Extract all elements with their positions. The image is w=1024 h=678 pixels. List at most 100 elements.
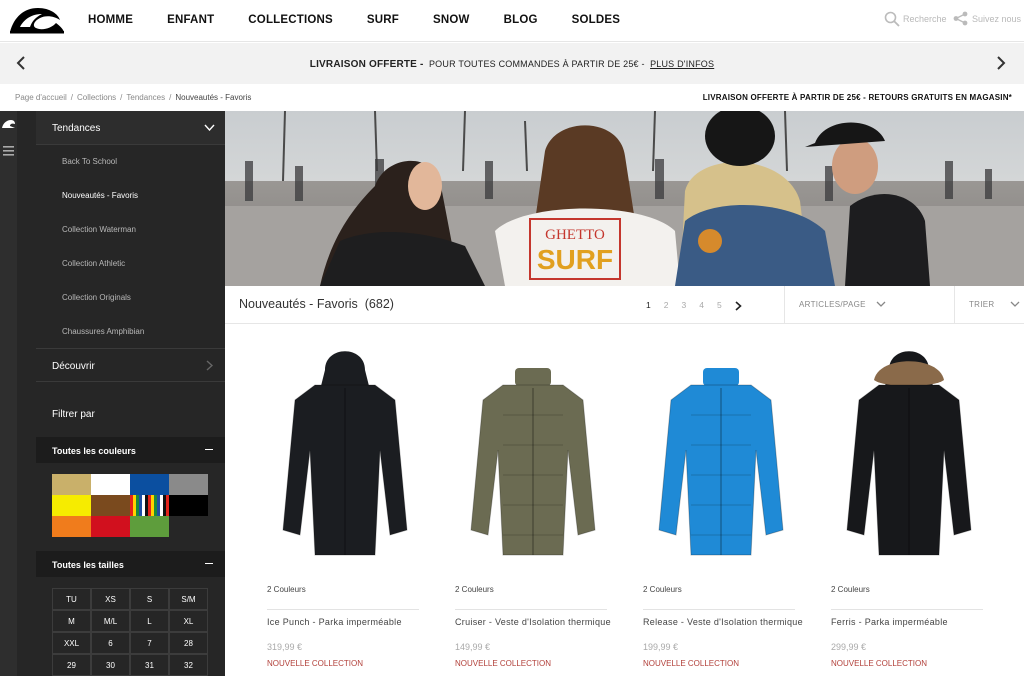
product-colors: 2 Couleurs bbox=[267, 585, 306, 594]
page-3[interactable]: 3 bbox=[681, 300, 686, 311]
product-colors: 2 Couleurs bbox=[831, 585, 870, 594]
color-swatches bbox=[52, 474, 208, 538]
menu-blog[interactable]: BLOG bbox=[504, 14, 538, 26]
product-name[interactable]: Cruiser - Veste d'Isolation thermique bbox=[455, 617, 615, 628]
menu-enfant[interactable]: ENFANT bbox=[167, 14, 214, 26]
tendances-header[interactable]: Tendances bbox=[36, 111, 225, 145]
size-grid: TU XS S S/M M M/L L XL XXL 6 7 28 29 30 31 32 bbox=[52, 588, 210, 678]
menu-surf[interactable]: SURF bbox=[367, 14, 399, 26]
color-swatch[interactable] bbox=[91, 516, 130, 537]
size-option[interactable]: XS bbox=[91, 588, 130, 610]
pagination: 1 2 3 4 5 bbox=[646, 300, 742, 311]
side-strip bbox=[0, 111, 17, 676]
product-price: 149,99 € bbox=[455, 642, 491, 652]
promo-banner: LIVRAISON OFFERTE - POUR TOUTES COMMANDE… bbox=[0, 43, 1024, 84]
trend-item-athletic[interactable]: Collection Athletic bbox=[62, 259, 125, 268]
product-card[interactable]: 2 Couleurs Ice Punch - Parka imperméable 3… bbox=[255, 330, 435, 676]
size-option[interactable]: 32 bbox=[169, 654, 208, 676]
sizes-title: Toutes les tailles bbox=[52, 560, 124, 570]
follow-button[interactable]: Suivez nous bbox=[953, 11, 1021, 26]
product-image[interactable] bbox=[819, 330, 999, 570]
size-option[interactable]: 30 bbox=[91, 654, 130, 676]
color-swatch[interactable] bbox=[52, 495, 91, 516]
size-option[interactable]: TU bbox=[52, 588, 91, 610]
product-image[interactable] bbox=[255, 330, 435, 570]
product-divider bbox=[455, 609, 607, 610]
color-swatch[interactable] bbox=[130, 516, 169, 537]
search-button[interactable]: Recherche bbox=[884, 11, 947, 27]
breadcrumb: Page d'accueil / Collections / Tendances… bbox=[15, 93, 255, 102]
size-option[interactable]: S bbox=[130, 588, 169, 610]
page-2[interactable]: 2 bbox=[664, 300, 669, 311]
product-tag: NOUVELLE COLLECTION bbox=[267, 659, 364, 668]
product-name[interactable]: Ferris - Parka imperméable bbox=[831, 617, 991, 628]
size-option[interactable]: L bbox=[130, 610, 169, 632]
product-image[interactable] bbox=[443, 330, 623, 570]
follow-label: Suivez nous bbox=[972, 13, 1022, 24]
product-price: 199,99 € bbox=[643, 642, 679, 652]
breadcrumb-current: Nouveautés - Favoris bbox=[175, 93, 252, 102]
sort-label: TRIER bbox=[969, 300, 995, 309]
page-4[interactable]: 4 bbox=[699, 300, 704, 311]
size-option[interactable]: 31 bbox=[130, 654, 169, 676]
promo-bold: LIVRAISON OFFERTE - bbox=[309, 59, 424, 70]
promo-more-link[interactable]: PLUS D'INFOS bbox=[650, 59, 714, 69]
color-swatch[interactable] bbox=[52, 516, 91, 537]
menu-homme[interactable]: HOMME bbox=[88, 14, 133, 26]
product-colors: 2 Couleurs bbox=[455, 585, 494, 594]
product-card[interactable]: 2 Couleurs Ferris - Parka imperméable 299,… bbox=[819, 330, 999, 676]
breadcrumb-sep: / bbox=[169, 93, 172, 102]
breadcrumb-tendances[interactable]: Tendances bbox=[126, 93, 165, 102]
promo-next-icon[interactable] bbox=[994, 55, 1008, 71]
mini-logo-icon[interactable] bbox=[1, 119, 16, 129]
product-image[interactable] bbox=[631, 330, 811, 570]
size-option[interactable]: XXL bbox=[52, 632, 91, 654]
hero-shirt-text-bottom: SURF bbox=[537, 244, 613, 275]
size-option[interactable]: XL bbox=[169, 610, 208, 632]
color-swatch[interactable] bbox=[52, 474, 91, 495]
page-5[interactable]: 5 bbox=[717, 300, 722, 311]
breadcrumb-sep: / bbox=[120, 93, 123, 102]
page-1[interactable]: 1 bbox=[646, 300, 651, 311]
product-name[interactable]: Release - Veste d'Isolation thermique bbox=[643, 617, 803, 628]
brand-logo[interactable] bbox=[8, 5, 66, 35]
trend-item-waterman[interactable]: Collection Waterman bbox=[62, 225, 136, 234]
product-card[interactable]: 2 Couleurs Cruiser - Veste d'Isolation th… bbox=[443, 330, 623, 676]
sort-select[interactable]: TRIER bbox=[954, 286, 1024, 324]
promo-body: POUR TOUTES COMMANDES À PARTIR DE 25€ - bbox=[428, 59, 645, 69]
breadcrumb-home[interactable]: Page d'accueil bbox=[15, 93, 67, 102]
trend-item-back-to-school[interactable]: Back To School bbox=[62, 157, 117, 166]
size-option[interactable]: 7 bbox=[130, 632, 169, 654]
menu-collections[interactable]: COLLECTIONS bbox=[248, 14, 333, 26]
size-option[interactable]: M bbox=[52, 610, 91, 632]
trend-item-nouveautes[interactable]: Nouveautés - Favoris bbox=[62, 191, 138, 200]
trend-item-originals[interactable]: Collection Originals bbox=[62, 293, 131, 302]
color-swatch[interactable] bbox=[91, 495, 130, 516]
menu-soldes[interactable]: SOLDES bbox=[572, 14, 621, 26]
size-option[interactable]: M/L bbox=[91, 610, 130, 632]
size-option[interactable]: 6 bbox=[91, 632, 130, 654]
breadcrumb-collections[interactable]: Collections bbox=[77, 93, 116, 102]
trend-item-amphibian[interactable]: Chaussures Amphibian bbox=[62, 327, 144, 336]
size-option[interactable]: S/M bbox=[169, 588, 208, 610]
decouvrir-header[interactable]: Découvrir bbox=[36, 348, 225, 382]
color-swatch[interactable] bbox=[169, 474, 208, 495]
hero-banner: GHETTO SURF bbox=[225, 111, 1024, 286]
color-swatch[interactable] bbox=[130, 474, 169, 495]
search-label: Recherche bbox=[903, 14, 947, 24]
color-swatch[interactable] bbox=[130, 495, 169, 516]
filter-sidebar: Tendances Back To School Nouveautés - Fa… bbox=[17, 111, 225, 676]
menu-snow[interactable]: SNOW bbox=[433, 14, 470, 26]
sizes-section-header[interactable]: Toutes les tailles bbox=[36, 551, 225, 577]
per-page-select[interactable]: ARTICLES/PAGE bbox=[784, 286, 954, 324]
size-option[interactable]: 28 bbox=[169, 632, 208, 654]
menu-icon[interactable] bbox=[3, 146, 14, 156]
product-card[interactable]: 2 Couleurs Release - Veste d'Isolation th… bbox=[631, 330, 811, 676]
colors-section-header[interactable]: Toutes les couleurs bbox=[36, 437, 225, 463]
chevron-up-icon bbox=[204, 124, 215, 131]
color-swatch[interactable] bbox=[169, 495, 208, 516]
color-swatch[interactable] bbox=[91, 474, 130, 495]
size-option[interactable]: 29 bbox=[52, 654, 91, 676]
product-name[interactable]: Ice Punch - Parka imperméable bbox=[267, 617, 427, 628]
next-page-icon[interactable] bbox=[735, 301, 742, 311]
